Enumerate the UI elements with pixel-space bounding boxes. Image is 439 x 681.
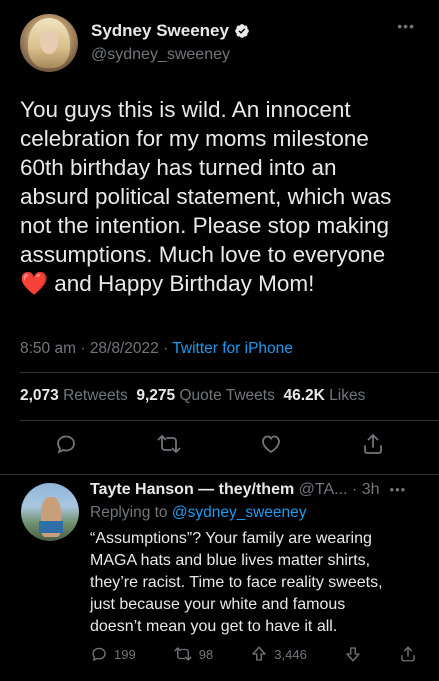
tweet-actions <box>54 430 385 458</box>
reply-reply-count: 199 <box>114 646 136 662</box>
author-name-text: Sydney Sweeney <box>91 21 229 40</box>
divider <box>20 372 439 373</box>
arrow-up-icon <box>252 646 266 661</box>
divider <box>20 420 439 421</box>
reply-retweet-count: 98 <box>198 646 214 662</box>
tweet-time[interactable]: 8:50 am <box>20 340 76 357</box>
retweets-count: 2,073 <box>20 387 59 404</box>
likes-stat[interactable]: 46.2K Likes <box>283 387 365 404</box>
retweet-icon[interactable] <box>156 432 182 456</box>
reply-icon[interactable] <box>54 432 78 456</box>
reply-header: Tayte Hanson — they/them @TA... · 3h ••• <box>90 481 427 499</box>
replying-to: Replying to @sydney_sweeney <box>90 504 427 522</box>
share-icon <box>401 646 415 662</box>
likes-label: Likes <box>329 387 366 404</box>
reply-reply-action[interactable]: 199 <box>90 645 136 663</box>
reply-actions: 199 98 3,446 <box>90 645 417 663</box>
reply-like-count: 3,446 <box>274 646 307 662</box>
tweet-text-last-line: and Happy Birthday Mom! <box>48 271 315 296</box>
retweet-icon <box>174 647 192 661</box>
reply-tweet[interactable]: Tayte Hanson — they/them @TA... · 3h •••… <box>0 474 439 681</box>
author-handle[interactable]: @sydney_sweeney <box>91 46 250 64</box>
avatar-shorts <box>39 521 63 533</box>
more-horizontal-icon[interactable]: ••• <box>390 482 407 497</box>
replying-to-label: Replying to <box>90 504 168 521</box>
reply-author-name[interactable]: Tayte Hanson — they/them <box>90 481 294 499</box>
reply-upvote-action[interactable]: 3,446 <box>250 645 307 663</box>
reply-icon <box>92 647 106 662</box>
verified-badge-icon <box>235 24 249 38</box>
reply-time[interactable]: 3h <box>362 481 380 499</box>
tweet-author-row: Sydney Sweeney @sydney_sweeney ••• <box>20 14 425 74</box>
retweets-label: Retweets <box>63 387 128 404</box>
reply-share-action[interactable] <box>399 645 417 663</box>
quote-label: Quote Tweets <box>179 387 275 404</box>
tweet-date[interactable]: 28/8/2022 <box>90 340 159 357</box>
arrow-down-icon <box>346 647 360 662</box>
like-icon[interactable] <box>259 432 283 456</box>
reply-retweet-action[interactable]: 98 <box>173 645 213 663</box>
reply-text: “Assumptions”? Your family are wearing M… <box>90 530 383 635</box>
meta-separator: · <box>80 340 86 357</box>
quote-count: 9,275 <box>136 387 176 404</box>
tweet-stats: 2,073 Retweets 9,275 Quote Tweets 46.2K … <box>20 387 365 405</box>
avatar-face <box>40 30 58 54</box>
reply-downvote-action[interactable] <box>344 645 362 663</box>
quote-tweets-stat[interactable]: 9,275 Quote Tweets <box>136 387 274 404</box>
heart-emoji-icon: ❤️ <box>20 271 49 296</box>
reply-body: Tayte Hanson — they/them @TA... · 3h •••… <box>90 481 427 638</box>
author-name-block: Sydney Sweeney @sydney_sweeney <box>91 21 250 64</box>
meta-separator: · <box>163 340 169 357</box>
likes-count: 46.2K <box>283 387 325 404</box>
replying-to-handle[interactable]: @sydney_sweeney <box>172 504 307 521</box>
author-avatar[interactable] <box>20 14 78 72</box>
author-display-name[interactable]: Sydney Sweeney <box>91 21 250 41</box>
more-horizontal-icon[interactable]: ••• <box>397 18 415 34</box>
retweets-stat[interactable]: 2,073 Retweets <box>20 387 128 404</box>
share-icon[interactable] <box>361 432 385 456</box>
tweet-source[interactable]: Twitter for iPhone <box>172 340 293 357</box>
reply-author-avatar[interactable] <box>21 483 79 541</box>
reply-author-handle[interactable]: @TA... <box>299 481 348 499</box>
reply-separator: · <box>351 481 358 498</box>
tweet-text: You guys this is wild. An innocent celeb… <box>20 95 419 298</box>
tweet-text-body: You guys this is wild. An innocent celeb… <box>20 97 392 267</box>
tweet-meta: 8:50 am · 28/8/2022 · Twitter for iPhone <box>20 340 293 358</box>
